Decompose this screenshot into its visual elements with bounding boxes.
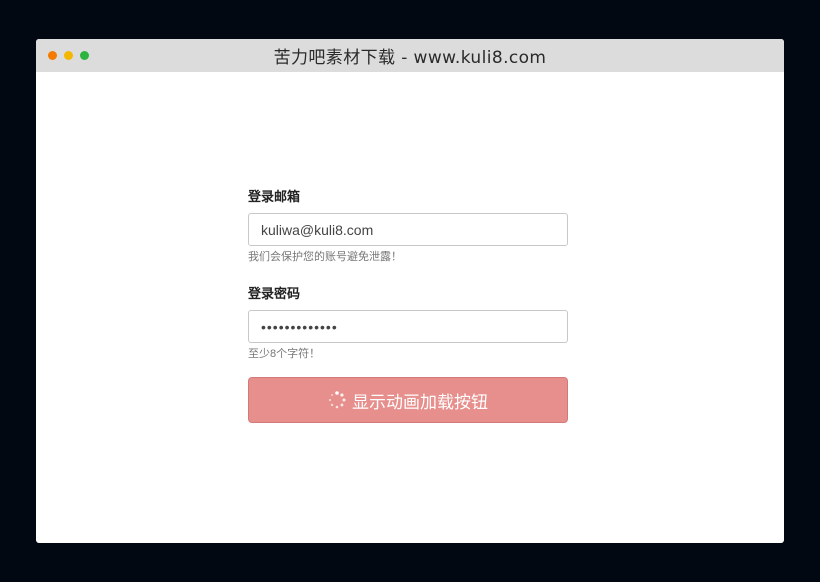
minimize-dot-icon[interactable]: [64, 51, 73, 60]
maximize-dot-icon[interactable]: [80, 51, 89, 60]
email-help-text: 我们会保护您的账号避免泄露！: [248, 251, 402, 263]
spinner-icon: [328, 391, 346, 409]
button-label: 显示动画加载按钮: [352, 392, 488, 413]
email-input[interactable]: [248, 213, 568, 246]
password-group: 登录密码 至少8个字符！: [248, 286, 568, 361]
window-title: 苦力吧素材下载 - www.kuli8.com: [273, 48, 547, 68]
email-group: 登录邮箱 我们会保护您的账号避免泄露！: [248, 189, 568, 264]
password-label: 登录密码: [248, 286, 301, 301]
password-input[interactable]: [248, 310, 568, 343]
title-bar: 苦力吧素材下载 - www.kuli8.com: [36, 39, 784, 72]
email-label: 登录邮箱: [248, 189, 301, 204]
browser-window: 苦力吧素材下载 - www.kuli8.com 登录邮箱 我们会保护您的账号避免…: [36, 39, 784, 543]
close-dot-icon[interactable]: [48, 51, 57, 60]
loading-submit-button[interactable]: 显示动画加载按钮: [248, 377, 568, 423]
window-controls: [48, 51, 89, 60]
login-form: 登录邮箱 我们会保护您的账号避免泄露！ 登录密码 至少8个字符！: [248, 189, 568, 423]
password-help-text: 至少8个字符！: [248, 348, 321, 360]
